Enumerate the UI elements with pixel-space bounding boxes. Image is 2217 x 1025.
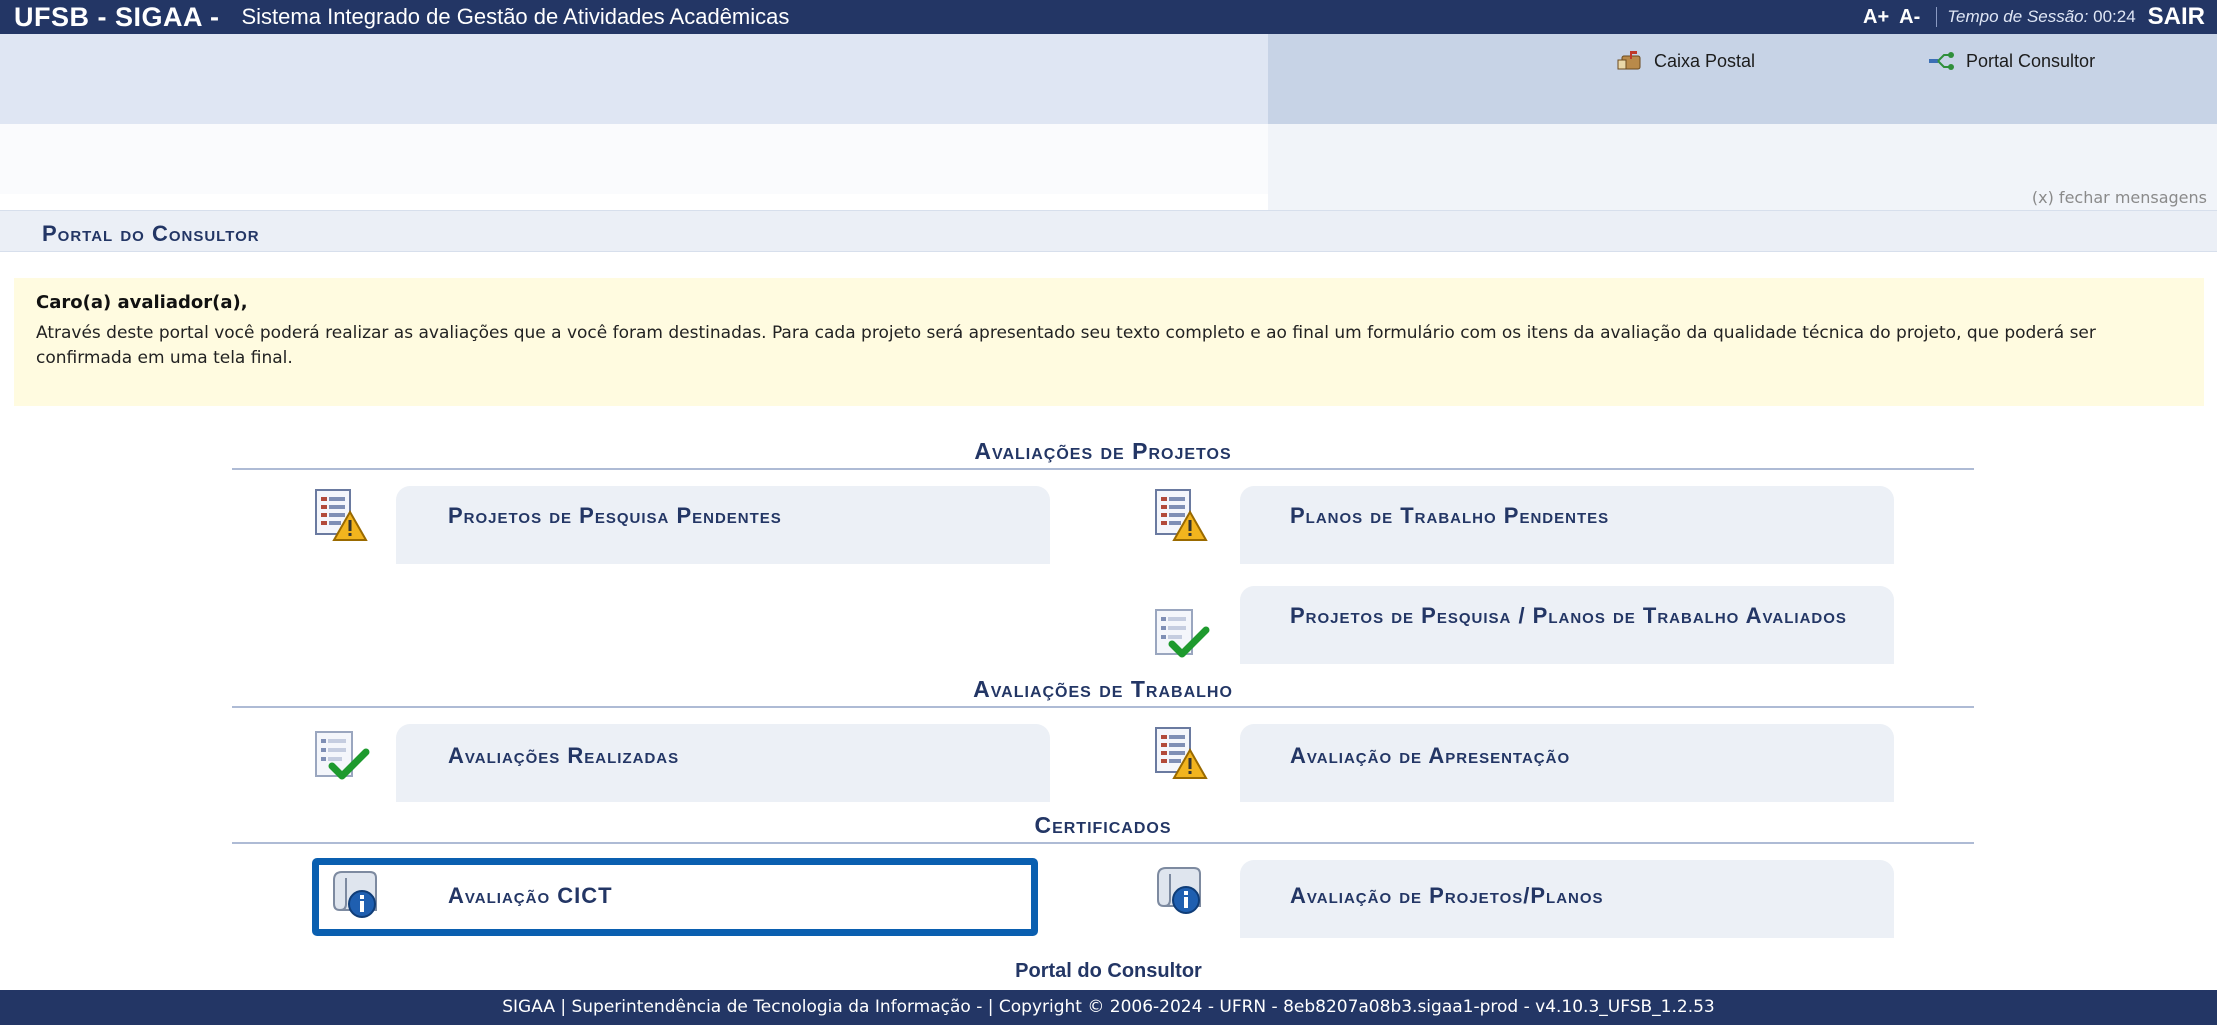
- brand-title: UFSB - SIGAA -: [14, 1, 220, 32]
- avaliacao-cict-label: Avaliação CICT: [448, 883, 613, 908]
- planos-trabalho-pendentes-label: Planos de Trabalho Pendentes: [1290, 503, 1610, 528]
- document-warning-icon: [1150, 486, 1210, 546]
- session-time: 00:24: [2093, 7, 2136, 26]
- notice-title: Caro(a) avaliador(a),: [36, 292, 248, 313]
- font-increase-button[interactable]: A+: [1863, 6, 1889, 29]
- mailbox-label: Caixa Postal: [1654, 50, 1756, 71]
- session-label: Tempo de Sessão:: [1947, 7, 2089, 26]
- footer-portal-title: Portal do Consultor: [1015, 960, 1202, 982]
- portal-consultor-link[interactable]: Portal Consultor: [1928, 50, 2095, 72]
- top-bar: UFSB - SIGAA - Sistema Integrado de Gest…: [0, 0, 2217, 34]
- projetos-pesquisa-pendentes-label: Projetos de Pesquisa Pendentes: [448, 503, 782, 528]
- section-divider: [232, 468, 1974, 470]
- system-name: Sistema Integrado de Gestão de Atividade…: [241, 4, 790, 29]
- section-divider: [232, 842, 1974, 844]
- section-title-trabalho: Avaliações de Trabalho: [973, 676, 1233, 702]
- evaluator-notice: Caro(a) avaliador(a), Através deste port…: [14, 278, 2204, 406]
- logout-button[interactable]: SAIR: [2148, 3, 2205, 31]
- checklist-check-icon: [1150, 604, 1210, 664]
- message-area: [0, 124, 1268, 194]
- notice-text: Através deste portal você poderá realiza…: [36, 323, 2096, 368]
- document-warning-icon: [1150, 724, 1210, 784]
- avaliacoes-realizadas-label: Avaliações Realizadas: [448, 743, 680, 768]
- separator: [1936, 7, 1938, 27]
- footer-copyright: SIGAA | Superintendência de Tecnologia d…: [502, 997, 1715, 1017]
- document-warning-icon: [310, 486, 370, 546]
- footer-bar: SIGAA | Superintendência de Tecnologia d…: [0, 990, 2217, 1025]
- portal-label: Portal Consultor: [1966, 50, 2096, 71]
- header-links-panel: [1268, 34, 2217, 124]
- mailbox-link[interactable]: Caixa Postal: [1616, 50, 1755, 72]
- certificate-info-icon: [326, 866, 386, 926]
- session-timer: Tempo de Sessão: 00:24: [1947, 7, 2135, 27]
- mailbox-icon: [1616, 50, 1644, 72]
- top-right-controls: A+ A- Tempo de Sessão: 00:24 SAIR: [1863, 0, 2205, 34]
- close-messages-link[interactable]: (x) fechar mensagens: [2032, 188, 2207, 207]
- avaliacao-projetos-planos-label: Avaliação de Projetos/Planos: [1290, 883, 1604, 908]
- checklist-check-icon: [310, 726, 370, 786]
- section-title-certificados: Certificados: [1034, 812, 1172, 838]
- avaliacao-apresentacao-label: Avaliação de Apresentação: [1290, 743, 1571, 768]
- portal-icon: [1928, 50, 1956, 72]
- section-divider: [232, 706, 1974, 708]
- avaliacao-cict-card[interactable]: [312, 858, 1038, 936]
- font-decrease-button[interactable]: A-: [1899, 6, 1920, 29]
- projetos-planos-avaliados-label: Projetos de Pesquisa / Planos de Trabalh…: [1290, 603, 1847, 628]
- page-title: Portal do Consultor: [42, 221, 260, 246]
- certificate-info-icon: [1150, 862, 1210, 922]
- section-title-projetos: Avaliações de Projetos: [974, 438, 1232, 464]
- portal-title-bar: Portal do Consultor: [0, 210, 2217, 252]
